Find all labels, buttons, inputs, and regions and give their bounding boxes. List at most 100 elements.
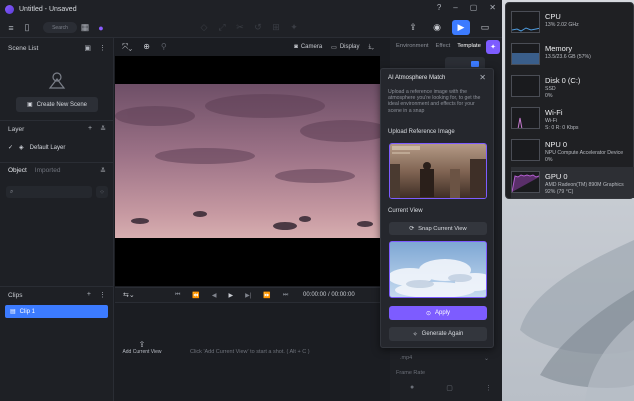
skip-start-icon[interactable]: ⏮: [175, 292, 180, 299]
memory-fill: [512, 52, 539, 64]
record-dot-icon[interactable]: ●: [410, 384, 414, 392]
ai-wand-button[interactable]: ✦: [486, 40, 500, 54]
globe-icon[interactable]: ⊕: [143, 42, 150, 52]
skip-end-icon[interactable]: ⏭: [283, 292, 288, 299]
more-icon[interactable]: ⋮: [99, 291, 106, 299]
layer-filter-icon[interactable]: ≚: [100, 125, 106, 133]
generate-again-button[interactable]: ✧ Generate Again: [389, 327, 487, 341]
tab-object[interactable]: Object: [8, 167, 27, 174]
apply-icon: ⊙: [425, 310, 431, 317]
close-button[interactable]: ✕: [489, 3, 496, 12]
perf-detail: AMD Radeon(TM) 890M Graphics: [545, 182, 624, 188]
download-icon[interactable]: ⤓⌄: [369, 44, 374, 51]
forward-icon[interactable]: ▶|: [245, 292, 251, 299]
export-icon[interactable]: ▭: [476, 20, 494, 35]
perf-item-wifi[interactable]: Wi-Fi Wi-Fi S: 0 R: 0 Kbps: [511, 103, 634, 134]
perf-item-gpu[interactable]: GPU 0 AMD Radeon(TM) 890M Graphics 92% (79…: [511, 167, 634, 198]
camera-mode-icon[interactable]: ⇆⌄: [123, 291, 135, 299]
perf-detail: Wi-Fi: [545, 118, 558, 124]
new-file-icon[interactable]: ▯: [19, 22, 35, 33]
add-layer-icon[interactable]: +: [88, 125, 92, 133]
template-thumb-icon: [471, 61, 479, 67]
app-logo-icon: [5, 4, 14, 14]
tab-template[interactable]: Template: [457, 43, 481, 49]
chevron-down-icon[interactable]: ⌄: [484, 355, 489, 362]
format-select[interactable]: .mp4: [400, 355, 412, 361]
reference-image-art: [390, 144, 486, 198]
npu-sparkline: [512, 140, 540, 161]
snap-current-view-button[interactable]: ⟳ Snap Current View: [389, 222, 487, 235]
current-view-image[interactable]: [389, 241, 487, 298]
scene-view-icon[interactable]: ▣: [84, 44, 91, 52]
upload-label: Upload Reference Image: [388, 129, 455, 135]
frame-rate-label: Frame Rate: [396, 370, 426, 376]
more-icon[interactable]: ⋮: [485, 384, 492, 392]
perf-detail: 0%: [545, 157, 553, 163]
maximize-button[interactable]: ▢: [470, 3, 478, 12]
add-current-view-button[interactable]: ⇪ Add Current View: [120, 340, 164, 364]
perf-item-disk[interactable]: Disk 0 (C:) SSD 0%: [511, 71, 634, 102]
screenshot-icon[interactable]: ◉: [428, 20, 446, 35]
clips-title: Clips: [8, 291, 23, 299]
cpu-graph: [511, 11, 540, 33]
close-icon[interactable]: ✕: [479, 73, 486, 82]
perf-detail: 92% (79 °C): [545, 189, 574, 195]
gpu-badge-icon[interactable]: ●: [93, 23, 109, 33]
share-icon[interactable]: ⇪: [404, 20, 422, 35]
video-record-icon[interactable]: ▶: [452, 20, 470, 35]
scene-placeholder-icon: [48, 72, 66, 89]
clip-icon: ▤: [10, 309, 16, 315]
snap-icon: ⟳: [409, 225, 415, 232]
clip-item-label: Clip 1: [19, 308, 36, 315]
scene-viewport[interactable]: [115, 56, 380, 286]
ghost-tool-icon: ⊞: [272, 22, 280, 32]
create-new-scene-label: Create New Scene: [36, 101, 88, 108]
camera-button[interactable]: ◙ Camera: [294, 44, 322, 50]
link-icon[interactable]: ⚲: [161, 42, 167, 52]
apply-button[interactable]: ⊙ Apply: [389, 306, 487, 320]
minimize-button[interactable]: –: [453, 3, 457, 12]
menu-icon[interactable]: ≡: [3, 23, 19, 33]
checkmark-icon: ✓: [8, 145, 14, 151]
perf-item-npu[interactable]: NPU 0 NPU Compute Accelerator Device 0%: [511, 135, 634, 166]
add-current-view-label: Add Current View: [122, 349, 162, 355]
tab-effect[interactable]: Effect: [436, 43, 451, 49]
prev-frame-icon[interactable]: ⏪: [192, 292, 199, 299]
add-clip-icon[interactable]: +: [87, 291, 91, 299]
clips-header: Clips + ⋮: [0, 287, 114, 303]
clip-item[interactable]: ▤ Clip 1: [5, 305, 108, 318]
rewind-icon[interactable]: ◀: [212, 292, 217, 299]
snap-label: Snap Current View: [418, 225, 467, 232]
tab-environment[interactable]: Environment: [396, 43, 429, 49]
create-new-scene-button[interactable]: ▣ Create New Scene: [16, 97, 98, 112]
timeline-controls: ⇆⌄ ⏮ ⏪ ◀ ▶ ▶| ⏩ ⏭ 00:00:00 / 00:00:00: [115, 287, 380, 303]
main-toolbar: ≡ ▯ Search ▦ ● ◇ ⤢ ✂ ↺ ⊞ ✦ ⇪ ◉ ▶ ▭: [0, 18, 502, 38]
camera-icon: ◙: [294, 44, 298, 50]
perf-detail: 13.5/23.6 GB (57%): [545, 54, 591, 60]
perf-detail: SSD: [545, 86, 556, 92]
more-icon[interactable]: ⋮: [99, 44, 106, 52]
copy-icon[interactable]: ▢: [446, 384, 453, 392]
perf-detail: S: 0 R: 0 Kbps: [545, 125, 579, 131]
ghost-tool-icon: ⤢: [218, 22, 226, 32]
object-filter-icon[interactable]: ≚: [100, 167, 106, 175]
play-icon[interactable]: ▶: [229, 292, 234, 299]
reference-image[interactable]: [389, 143, 487, 199]
help-icon[interactable]: ?: [437, 3, 441, 12]
display-button[interactable]: ▭ Display: [331, 44, 359, 51]
search-button[interactable]: Search: [43, 22, 77, 33]
layer-item-default[interactable]: ✓ ◈ Default Layer: [8, 144, 65, 152]
next-frame-icon[interactable]: ⏩: [263, 292, 270, 299]
popup-description: Upload a reference image with the atmosp…: [388, 89, 481, 114]
perf-item-cpu[interactable]: CPU 13% 2.02 GHz: [511, 7, 634, 38]
perf-name: Wi-Fi: [545, 108, 563, 117]
layers-icon: ◈: [19, 145, 24, 151]
display-label: Display: [339, 44, 360, 50]
tab-imported[interactable]: Imported: [35, 167, 61, 174]
object-search-input[interactable]: ⌕: [6, 186, 92, 198]
transform-icon[interactable]: ⤧⌄: [122, 42, 132, 52]
assets-icon[interactable]: ▦: [77, 22, 93, 33]
grid-view-button[interactable]: ⁘: [96, 186, 108, 198]
perf-item-memory[interactable]: Memory 13.5/23.6 GB (57%): [511, 39, 634, 70]
wallpaper-swoosh: [520, 240, 634, 401]
